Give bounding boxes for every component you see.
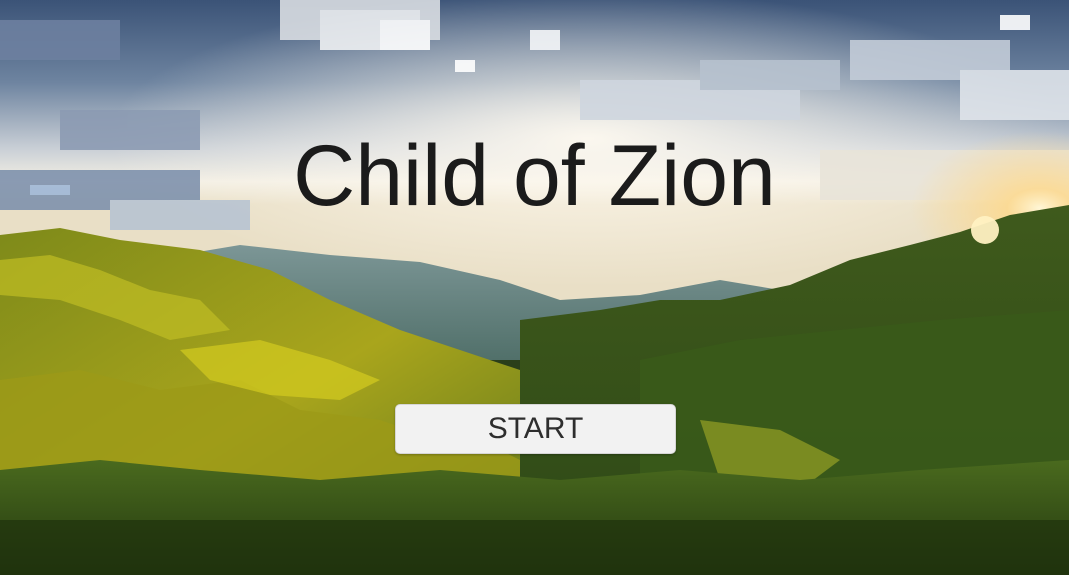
start-button[interactable]: START: [395, 404, 676, 454]
landscape-background: [0, 0, 1069, 575]
title-screen: Child of Zion START: [0, 0, 1069, 575]
game-title: Child of Zion: [293, 128, 776, 224]
